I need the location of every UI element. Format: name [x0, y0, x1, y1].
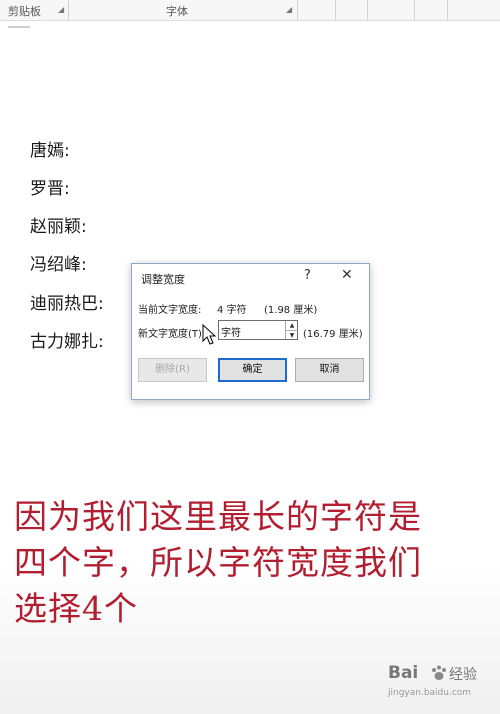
ok-button[interactable]: 确定	[218, 358, 287, 382]
baidu-jingyan-watermark: Bai 经验 jingyan.baidu.com	[388, 663, 500, 711]
spin-up-icon[interactable]: ▲	[286, 321, 298, 330]
watermark-url: jingyan.baidu.com	[388, 688, 472, 698]
ribbon-separator	[68, 0, 69, 20]
doc-line-3: 赵丽颖:	[30, 217, 87, 237]
doc-line-6: 古力娜扎:	[30, 332, 104, 352]
caption-line-1: 因为我们这里最长的字符是	[14, 497, 422, 536]
caption-line-2: 四个字，所以字符宽度我们	[14, 543, 422, 582]
new-width-label: 新文字宽度(T):	[138, 329, 206, 340]
spin-down-icon[interactable]: ▼	[286, 330, 298, 340]
new-width-cm: (16.79 厘米)	[303, 329, 363, 340]
ribbon-group-font: 字体	[166, 5, 188, 18]
doc-line-5: 迪丽热巴:	[30, 294, 104, 314]
clipboard-launcher-icon[interactable]: ◢	[58, 6, 65, 14]
delete-button[interactable]: 删除(R)	[138, 358, 207, 382]
watermark-text: 经验	[449, 667, 477, 683]
cancel-button[interactable]: 取消	[295, 358, 364, 382]
close-icon[interactable]: ✕	[341, 267, 353, 283]
ribbon-separator	[367, 0, 368, 20]
adjust-width-dialog: 调整宽度 ? ✕ 当前文字宽度: 4 字符 (1.98 厘米) 新文字宽度(T)…	[131, 263, 370, 400]
ribbon-separator	[447, 0, 448, 20]
ribbon: 剪贴板 ◢ 字体 ◢	[0, 0, 500, 21]
ribbon-group-clipboard: 剪贴板	[8, 5, 41, 18]
dialog-title: 调整宽度	[141, 273, 185, 286]
current-width-value: 4 字符	[217, 305, 247, 316]
font-launcher-icon[interactable]: ◢	[286, 6, 293, 14]
caption-line-3: 选择4个	[14, 589, 138, 628]
ribbon-separator	[335, 0, 336, 20]
ribbon-separator	[297, 0, 298, 20]
new-width-value: 字符	[221, 328, 241, 339]
doc-line-2: 罗晋:	[30, 179, 70, 199]
paw-icon	[432, 665, 446, 680]
watermark-logo: Bai	[388, 663, 419, 683]
width-spinner[interactable]: ▲ ▼	[285, 321, 298, 339]
ruler-mark	[8, 26, 30, 28]
mouse-cursor-icon	[202, 324, 216, 345]
current-width-label: 当前文字宽度:	[138, 305, 202, 316]
doc-line-4: 冯绍峰:	[30, 255, 87, 275]
help-icon[interactable]: ?	[304, 268, 311, 283]
ribbon-separator	[414, 0, 415, 20]
doc-line-1: 唐嫣:	[30, 141, 70, 161]
current-width-cm: (1.98 厘米)	[264, 305, 318, 316]
